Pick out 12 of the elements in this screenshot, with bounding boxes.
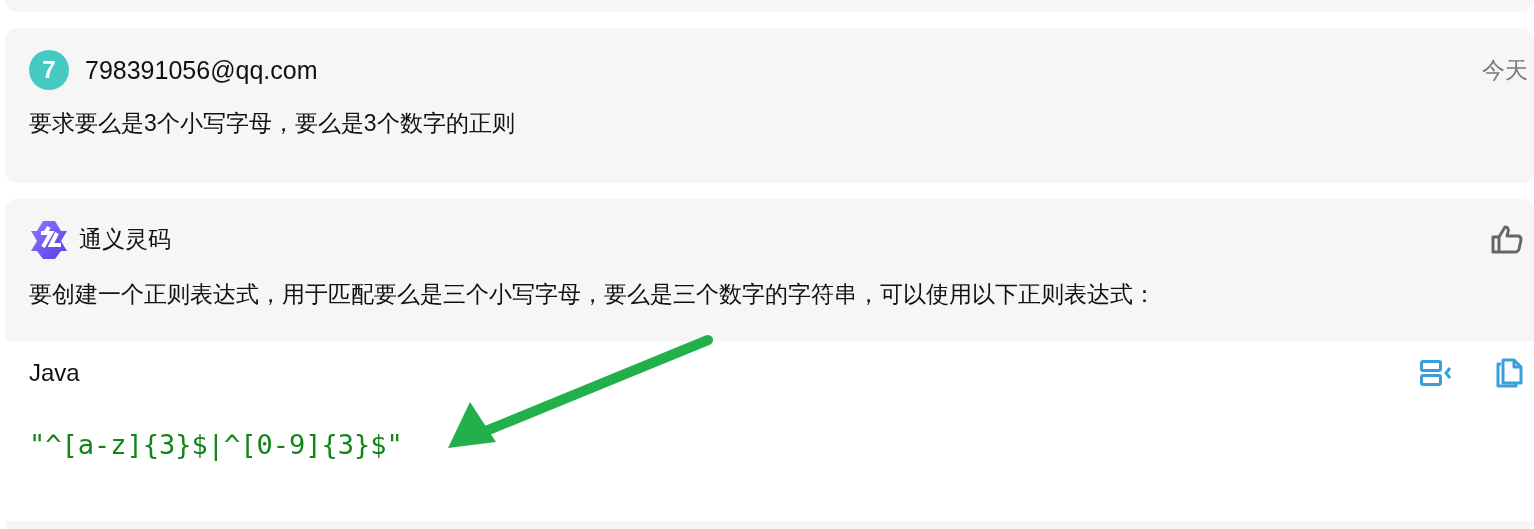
logo-icon: [29, 219, 69, 259]
user-email: 798391056@qq.com: [85, 55, 318, 85]
assistant-name: 通义灵码: [79, 224, 171, 254]
thumbs-up-icon[interactable]: [1491, 224, 1523, 254]
copy-icon[interactable]: [1496, 358, 1523, 388]
user-avatar: 7: [29, 50, 69, 90]
message-text: 要求要么是3个小写字母，要么是3个数字的正则: [29, 109, 516, 138]
message-time: 今天: [1482, 55, 1528, 85]
message-text: 要创建一个正则表达式，用于匹配要么是三个小写字母，要么是三个数字的字符串，可以使用以下正则表达式：: [29, 280, 1157, 309]
insert-icon[interactable]: [1420, 360, 1452, 386]
code-language: Java: [29, 359, 80, 387]
code-text: "^[a-z]{3}$|^[0-9]{3}$": [29, 429, 404, 460]
